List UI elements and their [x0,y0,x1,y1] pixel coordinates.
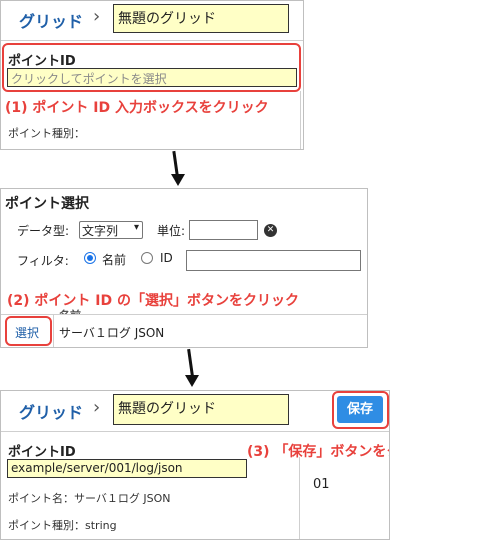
cell-value: 01 [313,477,330,492]
clear-icon[interactable]: ✕ [264,224,277,237]
point-id-highlight [2,43,301,92]
point-id-input[interactable]: example/server/001/log/json [7,459,247,478]
step3-note: (3) 「保存」ボタンをクリック [247,444,389,460]
point-type-label: ポイント種別： [8,127,85,140]
column-divider [299,457,300,539]
unit-label: 単位: [157,224,186,238]
chevron-down-icon: ▾ [133,222,139,233]
dialog-title: ポイント選択 [5,196,89,212]
step1-note: (1) ポイント ID 入力ボックスをクリック [5,100,269,116]
step1-panel: グリッド › 無題のグリッド ポイントID クリックしてポイントを選択 (1) … [0,0,304,150]
grid-title[interactable]: グリッド [19,399,83,423]
save-button[interactable]: 保存 [337,396,383,423]
chevron-right-icon: › [93,397,101,418]
arrow-2-line [187,348,194,377]
select-button[interactable]: 選択 [15,324,39,341]
filter-label: フィルタ: [17,254,69,268]
grid-name-input[interactable]: 無題のグリッド [113,4,289,33]
point-row-name: サーバ１ログ JSON [59,326,165,340]
unit-input[interactable] [189,220,258,240]
arrow-down-icon [171,174,185,186]
header-divider [1,431,389,432]
point-type-text: ポイント種別：string [8,519,117,532]
step2-note: (2) ポイント ID の「選択」ボタンをクリック [7,293,299,309]
grid-title[interactable]: グリッド [19,8,83,32]
radio-name[interactable] [84,252,96,264]
filter-input[interactable] [186,250,361,271]
point-id-label: ポイントID [8,445,76,460]
table-col-divider [53,314,54,347]
step2-panel: ポイント選択 データ型: 文字列 ▾ 単位: ✕ フィルタ: 名前 ID (2)… [0,188,368,348]
grid-name-input[interactable]: 無題のグリッド [113,394,289,425]
step3-panel: グリッド › 無題のグリッド 保存 ポイントID (3) 「保存」ボタンをクリッ… [0,390,390,540]
data-type-label: データ型: [17,224,70,238]
radio-name-label: 名前 [102,253,127,267]
point-name-text: ポイント名：サーバ１ログ JSON [8,492,171,505]
table-header-divider [1,314,367,315]
arrow-1-line [172,150,179,176]
arrow-down-icon [185,375,199,387]
column-divider [300,91,301,149]
radio-id[interactable] [141,252,153,264]
header-divider [1,40,303,41]
radio-id-label: ID [160,251,173,265]
data-type-select[interactable]: 文字列 ▾ [79,221,143,239]
chevron-right-icon: › [93,6,101,27]
data-type-value: 文字列 [82,224,119,238]
